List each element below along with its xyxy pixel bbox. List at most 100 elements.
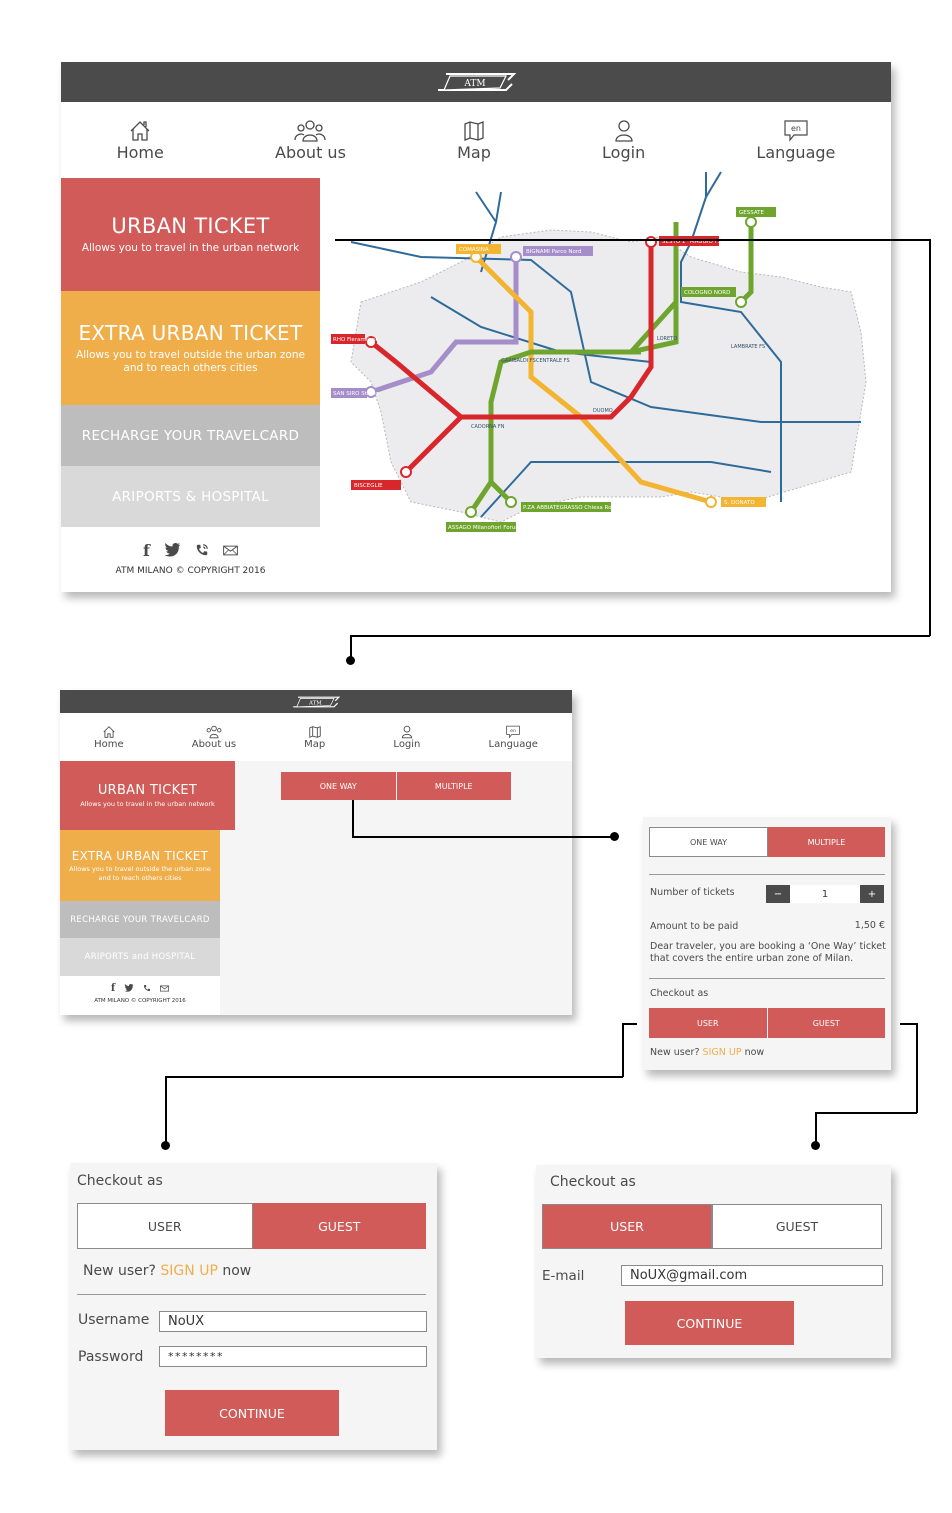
new-user-line: New user? SIGN UP now: [650, 1047, 764, 1058]
guest-button[interactable]: GUEST: [712, 1204, 882, 1249]
map-label-bisceglie: BISCEGLIE: [354, 483, 383, 489]
nav-login[interactable]: Login: [393, 725, 420, 750]
multiple-button[interactable]: MULTIPLE: [768, 827, 885, 857]
urban-ticket-title: URBAN TICKET: [111, 213, 270, 238]
map-label-bignami: BIGNAMI Parco Nord: [526, 249, 582, 255]
user-button[interactable]: USER: [649, 1008, 768, 1038]
connector-line: [622, 1023, 624, 1077]
recharge-title: RECHARGE YOUR TRAVELCARD: [81, 427, 300, 444]
ticket-type-toggle: ONE WAY MULTIPLE: [281, 772, 511, 800]
username-input[interactable]: NoUX: [159, 1311, 427, 1332]
map-label-rho: RHO Fieramilano: [333, 337, 380, 343]
increase-button[interactable]: +: [860, 885, 884, 903]
connector-line: [929, 239, 931, 636]
phone-icon[interactable]: [143, 984, 151, 992]
connector-line: [352, 800, 354, 837]
quantity-input[interactable]: 1: [790, 885, 860, 903]
continue-button[interactable]: CONTINUE: [625, 1301, 794, 1345]
twitter-icon[interactable]: [124, 984, 134, 992]
airports-title: ARIPORTS & HOSPITAL: [112, 488, 269, 505]
language-icon: en: [784, 119, 808, 142]
decrease-button[interactable]: −: [766, 885, 790, 903]
nav-language-label: Language: [756, 142, 836, 162]
map-label-loreto: LORETO: [657, 336, 677, 342]
connector-line: [352, 836, 614, 838]
email-input[interactable]: NoUX@gmail.com: [621, 1265, 883, 1286]
recharge-travelcard-button[interactable]: RECHARGE YOUR TRAVELCARD: [61, 405, 320, 466]
mail-icon[interactable]: [223, 545, 238, 556]
guest-button[interactable]: GUEST: [252, 1203, 426, 1249]
extra-urban-ticket-subtitle: Allows you to travel outside the urban z…: [69, 865, 211, 882]
metro-map[interactable]: SESTO 1° MAGGIO FS RHO Fieramilano BISCE…: [331, 162, 891, 592]
extra-urban-ticket-button[interactable]: EXTRA URBAN TICKET Allows you to travel …: [60, 830, 220, 901]
quantity-stepper: − 1 +: [766, 885, 884, 903]
mail-icon[interactable]: [160, 985, 170, 992]
nav-language[interactable]: en Language: [756, 119, 835, 162]
urban-zone-area: [350, 229, 867, 523]
airports-hospital-button[interactable]: ARIPORTS & HOSPITAL: [61, 466, 320, 527]
ticket-screen: ATM Home About us Map Login en Language …: [60, 690, 572, 1015]
svg-text:en: en: [510, 729, 516, 734]
map-label-abbiategrasso: P.ZA ABBIATEGRASSO Chiesa Rossa: [523, 505, 621, 511]
atm-logo[interactable]: ATM: [436, 71, 516, 93]
user-icon: [614, 119, 633, 142]
phone-icon[interactable]: [195, 543, 209, 557]
sign-up-link[interactable]: SIGN UP: [160, 1263, 217, 1279]
language-icon: en: [506, 725, 521, 738]
home-icon: [103, 725, 115, 738]
urban-ticket-button[interactable]: URBAN TICKET Allows you to travel in the…: [60, 761, 235, 830]
svg-text:ATM: ATM: [463, 79, 485, 89]
facebook-icon[interactable]: f: [143, 541, 150, 560]
connector-dot: [161, 1141, 170, 1150]
recharge-travelcard-button[interactable]: RECHARGE YOUR TRAVELCARD: [60, 901, 220, 938]
user-button[interactable]: USER: [77, 1203, 253, 1249]
svg-text:en: en: [791, 124, 801, 133]
nav-map[interactable]: Map: [304, 725, 325, 750]
home-screen: ATM Home About us Map Login en Language …: [61, 62, 891, 592]
one-way-button[interactable]: ONE WAY: [649, 827, 768, 857]
nav-login-label: Login: [602, 142, 646, 162]
copyright: ATM MILANO © COPYRIGHT 2016: [115, 566, 266, 576]
map-label-cologno: COLOGNO NORD: [684, 290, 730, 296]
connector-line: [350, 635, 930, 637]
nav-language-label: Language: [488, 738, 538, 750]
nav-home[interactable]: Home: [94, 725, 124, 750]
map-label-assago: ASSAGO Milanofiori Forum: [448, 525, 521, 531]
urban-ticket-title: URBAN TICKET: [97, 782, 198, 798]
map-label-comasina: COMASINA: [459, 247, 489, 253]
nav-about[interactable]: About us: [192, 725, 236, 750]
nav-about[interactable]: About us: [275, 119, 346, 162]
extra-urban-ticket-button[interactable]: EXTRA URBAN TICKET Allows you to travel …: [61, 291, 320, 405]
multiple-button[interactable]: MULTIPLE: [396, 772, 511, 800]
user-icon: [401, 725, 413, 738]
nav-map[interactable]: Map: [457, 119, 491, 162]
ticket-detail-card: ONE WAY MULTIPLE Number of tickets − 1 +…: [643, 817, 891, 1070]
map-icon: [464, 120, 484, 141]
urban-ticket-button[interactable]: URBAN TICKET Allows you to travel in the…: [61, 178, 320, 291]
ticket-type-toggle: ONE WAY MULTIPLE: [649, 827, 885, 857]
password-input[interactable]: ********: [159, 1346, 427, 1367]
sidebar-footer: f ATM MILANO © COPYRIGHT 2016: [60, 976, 220, 1015]
guest-button[interactable]: GUEST: [767, 1008, 885, 1038]
atm-logo[interactable]: ATM: [292, 695, 340, 709]
nav-login-label: Login: [393, 738, 421, 750]
continue-button[interactable]: CONTINUE: [165, 1390, 339, 1436]
sign-up-link[interactable]: SIGN UP: [703, 1047, 742, 1058]
password-label: Password: [78, 1349, 144, 1365]
new-user-line: New user? SIGN UP now: [83, 1263, 251, 1279]
one-way-button[interactable]: ONE WAY: [281, 772, 397, 800]
nav-about-label: About us: [191, 738, 237, 750]
connector-line: [916, 1023, 918, 1113]
airports-hospital-button[interactable]: ARIPORTS and HOSPITAL: [60, 938, 220, 976]
social-links: f: [61, 540, 320, 560]
home-icon: [130, 120, 150, 141]
user-button[interactable]: USER: [542, 1204, 712, 1249]
nav-login[interactable]: Login: [602, 119, 645, 162]
connector-line: [165, 1076, 623, 1078]
nav-language[interactable]: en Language: [489, 725, 538, 750]
checkout-toggle: USER GUEST: [77, 1203, 426, 1249]
map-label-san-siro: SAN SIRO Stadio: [333, 391, 379, 397]
twitter-icon[interactable]: [164, 543, 181, 557]
facebook-icon[interactable]: f: [111, 983, 115, 994]
nav-home[interactable]: Home: [117, 119, 164, 162]
